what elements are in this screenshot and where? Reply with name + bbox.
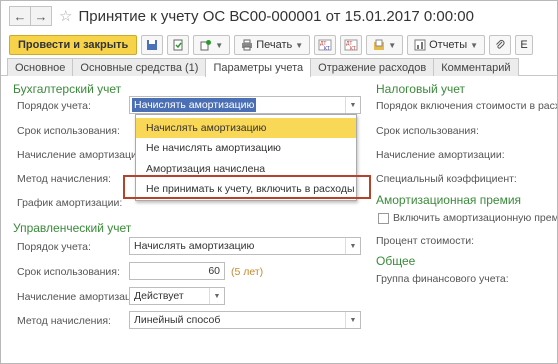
- print-button[interactable]: Печать ▼: [234, 35, 311, 55]
- tab-expense-reflection[interactable]: Отражение расходов: [310, 58, 435, 76]
- accounting-depreciation-label: Начисление амортизации:: [17, 149, 146, 161]
- management-depreciation-label: Начисление амортизации:: [17, 291, 146, 303]
- tax-cost-inclusion-label: Порядок включения стоимости в расходы:: [376, 100, 558, 112]
- paperclip-icon: [496, 40, 505, 49]
- form-tabs: Основное Основные средства (1) Параметры…: [1, 57, 557, 77]
- management-method-label: Метод начисления:: [17, 315, 111, 327]
- tab-fixed-assets[interactable]: Основные средства (1): [72, 58, 207, 76]
- management-depreciation-select[interactable]: Действует ▼: [129, 287, 225, 305]
- chevron-down-icon: ▼: [470, 40, 479, 50]
- reports-icon: [414, 39, 426, 51]
- dropdown-arrow-icon[interactable]: ▼: [209, 288, 224, 304]
- attachments-button[interactable]: ▼: [366, 35, 404, 55]
- forward-arrow-icon[interactable]: →: [30, 6, 52, 26]
- tax-depreciation-label: Начисление амортизации:: [376, 149, 505, 161]
- management-term-input[interactable]: 60: [129, 262, 225, 280]
- print-label: Печать: [256, 39, 293, 51]
- chevron-down-icon: ▼: [388, 40, 397, 50]
- management-term-hint: (5 лет): [231, 266, 264, 278]
- create-based-on-button[interactable]: ▼: [193, 35, 231, 55]
- tax-term-label: Срок использования:: [376, 125, 479, 137]
- chevron-down-icon: ▼: [215, 40, 224, 50]
- tax-section-header: Налоговый учет: [376, 82, 465, 96]
- accounting-section-header: Бухгалтерский учет: [13, 82, 122, 96]
- accounting-term-label: Срок использования:: [17, 125, 120, 137]
- finance-group-label: Группа финансового учета:: [376, 273, 509, 285]
- attach-file-button[interactable]: [489, 35, 512, 55]
- management-order-label: Порядок учета:: [17, 241, 91, 253]
- management-method-value: Линейный способ: [134, 314, 221, 326]
- management-method-select[interactable]: Линейный способ ▼: [129, 311, 361, 329]
- favorite-star-icon[interactable]: ☆: [59, 7, 72, 25]
- accounting-order-select[interactable]: Начислять амортизацию ▼: [129, 96, 361, 114]
- save-button[interactable]: [141, 35, 164, 55]
- back-arrow-icon[interactable]: ←: [9, 6, 31, 26]
- premium-checkbox[interactable]: [378, 213, 389, 224]
- save-icon: [147, 40, 158, 50]
- management-section-header: Управленческий учет: [13, 221, 132, 235]
- dt-kt-button[interactable]: ДТ КТ: [314, 35, 337, 55]
- post-button[interactable]: [167, 35, 190, 55]
- more-icon: Е: [520, 39, 528, 51]
- management-term-label: Срок использования:: [17, 266, 120, 278]
- management-order-select[interactable]: Начислять амортизацию ▼: [129, 237, 361, 255]
- title-bar: ← → ☆ Принятие к учету ОС ВС00-000001 от…: [1, 1, 557, 31]
- dropdown-option[interactable]: Не начислять амортизацию: [136, 138, 356, 158]
- management-depreciation-value: Действует: [134, 290, 184, 302]
- window-title: Принятие к учету ОС ВС00-000001 от 15.01…: [78, 7, 474, 25]
- management-order-value: Начислять амортизацию: [134, 240, 255, 252]
- reports-button[interactable]: Отчеты ▼: [407, 35, 486, 55]
- tax-coefficient-label: Специальный коэффициент:: [376, 173, 517, 185]
- document-window: ← → ☆ Принятие к учету ОС ВС00-000001 от…: [0, 0, 558, 364]
- accounting-schedule-label: График амортизации:: [17, 197, 123, 209]
- folder-icon: [374, 39, 385, 50]
- tab-main[interactable]: Основное: [7, 58, 74, 76]
- dropdown-option[interactable]: Начислять амортизацию: [136, 118, 356, 138]
- premium-checkbox-label: Включить амортизационную премию в: [393, 212, 557, 224]
- accounting-method-label: Метод начисления:: [17, 173, 111, 185]
- dropdown-arrow-icon[interactable]: ▼: [345, 238, 360, 254]
- toolbar: Провести и закрыть ▼ Печать ▼ ДТ КТ ДТ КТ …: [1, 32, 557, 58]
- general-section-header: Общее: [376, 254, 416, 268]
- premium-section-header: Амортизационная премия: [376, 193, 522, 207]
- movements-button[interactable]: ДТ КТ: [340, 35, 363, 55]
- accounting-order-value: Начислять амортизацию: [132, 98, 257, 112]
- tab-comment[interactable]: Комментарий: [433, 58, 519, 76]
- reports-label: Отчеты: [429, 39, 468, 51]
- highlight-frame: [123, 175, 371, 199]
- svg-text:КТ: КТ: [324, 46, 330, 51]
- printer-icon: [242, 39, 253, 51]
- dt-kt-icon: ДТКТ: [318, 39, 332, 51]
- svg-text:КТ: КТ: [350, 46, 356, 51]
- premium-percent-label: Процент стоимости:: [376, 235, 475, 247]
- dropdown-arrow-icon[interactable]: ▼: [345, 312, 360, 328]
- dropdown-arrow-icon[interactable]: ▼: [345, 97, 360, 113]
- post-document-icon: [173, 39, 183, 51]
- movements-icon: ДТКТ: [344, 39, 358, 51]
- accounting-order-label: Порядок учета:: [17, 100, 91, 112]
- tab-accounting-params[interactable]: Параметры учета: [205, 58, 312, 77]
- chevron-down-icon: ▼: [295, 40, 304, 50]
- create-based-on-icon: [200, 40, 212, 51]
- post-and-close-button[interactable]: Провести и закрыть: [9, 35, 138, 55]
- more-button[interactable]: Е: [515, 35, 534, 55]
